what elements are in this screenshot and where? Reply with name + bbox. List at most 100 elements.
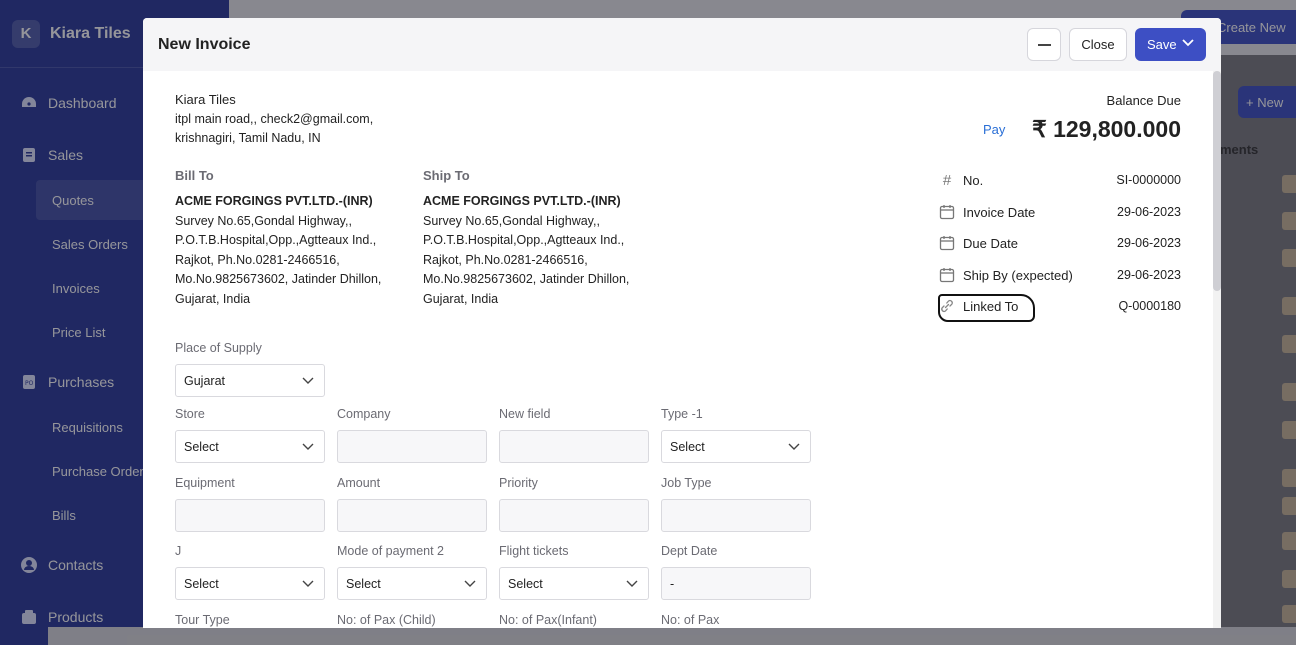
bill-to-address[interactable]: ACME FORGINGS PVT.LTD.-(INR) Survey No.6… — [175, 192, 381, 309]
chevron-down-icon — [464, 580, 476, 587]
type-1-select[interactable]: Select — [661, 430, 811, 463]
horizontal-scrollbar[interactable] — [48, 627, 1296, 645]
chevron-down-icon — [1182, 39, 1194, 47]
field-label: No: of Pax(Infant) — [499, 613, 597, 627]
address-line: P.O.T.B.Hospital,Opp.,Agtteaux Ind., — [175, 233, 377, 247]
dept-date-field: Dept Date - — [661, 544, 811, 600]
chevron-down-icon — [626, 580, 638, 587]
priority-input[interactable] — [499, 499, 649, 532]
store-field: Store Select — [175, 407, 325, 463]
ship-to-address[interactable]: ACME FORGINGS PVT.LTD.-(INR) Survey No.6… — [423, 192, 629, 309]
status-badge — [1282, 605, 1296, 623]
document-icon — [23, 148, 35, 162]
pax-infant-field: No: of Pax(Infant) — [499, 613, 649, 628]
field-label: Tour Type — [175, 613, 230, 627]
save-button[interactable]: Save — [1135, 28, 1206, 61]
meta-value[interactable]: 29-06-2023 — [1117, 205, 1181, 219]
company-line: krishnagiri, Tamil Nadu, IN — [175, 131, 321, 145]
flight-tickets-select[interactable]: Select — [499, 567, 649, 600]
calendar-icon — [939, 268, 955, 283]
calendar-icon — [939, 205, 955, 220]
field-label: Type -1 — [661, 407, 703, 421]
dashboard-icon — [22, 97, 36, 107]
address-line: Mo.No.9825673602, Jatinder Dhillon, — [423, 272, 630, 286]
chevron-down-icon — [302, 580, 314, 587]
chevron-down-icon — [302, 377, 314, 384]
close-button[interactable]: Close — [1069, 28, 1127, 61]
save-label: Save — [1147, 37, 1177, 52]
invoice-number-row: # No. SI-0000000 — [939, 169, 1181, 191]
address-line: Gujarat, India — [175, 291, 251, 306]
meta-label: Invoice Date — [963, 204, 1036, 220]
status-badge — [1282, 335, 1296, 353]
sidebar-item-label: Purchases — [48, 374, 115, 390]
status-badge — [1282, 175, 1296, 193]
equipment-field: Equipment — [175, 476, 325, 532]
chevron-down-icon — [302, 443, 314, 450]
user-icon — [21, 557, 37, 573]
field-label: Amount — [337, 476, 381, 490]
amount-input[interactable] — [337, 499, 487, 532]
select-value: Select — [346, 576, 381, 591]
sidebar-item-label: Requisitions — [52, 419, 123, 435]
svg-text:PO: PO — [25, 380, 34, 387]
select-value: Select — [508, 576, 543, 591]
pax-field: No: of Pax — [661, 613, 811, 628]
brand-name: Kiara Tiles — [50, 24, 131, 42]
sidebar-item-label: Dashboard — [48, 95, 117, 111]
status-badge — [1282, 249, 1296, 267]
modal-header: New Invoice Close Save — [143, 18, 1221, 71]
job-type-field: Job Type — [661, 476, 811, 532]
store-select[interactable]: Select — [175, 430, 325, 463]
priority-field: Priority — [499, 476, 649, 532]
mode-of-payment-2-field: Mode of payment 2 Select — [337, 544, 487, 600]
field-label: No: of Pax — [661, 613, 720, 627]
new-button[interactable]: + New — [1238, 86, 1296, 118]
bill-to-label: Bill To — [175, 168, 214, 183]
chevron-down-icon — [788, 443, 800, 450]
meta-value[interactable]: 29-06-2023 — [1117, 236, 1181, 250]
minus-icon — [1037, 43, 1051, 46]
flight-tickets-field: Flight tickets Select — [499, 544, 649, 600]
company-line: itpl main road,, check2@gmail.com, — [175, 111, 374, 126]
linked-to-annotation — [938, 294, 1035, 322]
equipment-input[interactable] — [175, 499, 325, 532]
table-column-header: ments — [1220, 141, 1259, 157]
type-1-field: Type -1 Select — [661, 407, 811, 463]
sidebar-item-label: Bills — [52, 507, 76, 523]
dept-date-input[interactable]: - — [661, 567, 811, 600]
field-label: Mode of payment 2 — [337, 544, 445, 558]
pay-link[interactable]: Pay — [983, 122, 1005, 137]
company-input[interactable] — [337, 430, 487, 463]
select-value: Gujarat — [184, 373, 225, 388]
new-field-field: New field — [499, 407, 649, 463]
tour-type-field: Tour Type — [175, 613, 325, 628]
field-label: Flight tickets — [499, 544, 569, 558]
job-type-input[interactable] — [661, 499, 811, 532]
address-line: Gujarat, India — [423, 291, 499, 306]
sidebar-item-label: Sales Orders — [52, 236, 128, 252]
status-badge — [1282, 532, 1296, 550]
meta-value[interactable]: Q-0000180 — [1118, 299, 1181, 313]
minimize-button[interactable] — [1027, 28, 1061, 61]
ship-by-row[interactable]: Ship By (expected) 29-06-2023 — [939, 264, 1181, 286]
mode-of-payment-2-select[interactable]: Select — [337, 567, 487, 600]
modal-scroll-thumb[interactable] — [1213, 71, 1221, 291]
status-badge — [1282, 497, 1296, 515]
company-name: Kiara Tiles — [175, 92, 236, 107]
status-badge — [1282, 383, 1296, 401]
j-field: J Select — [175, 544, 325, 600]
ship-to-name: ACME FORGINGS PVT.LTD.-(INR) — [423, 194, 621, 208]
invoice-date-row[interactable]: Invoice Date 29-06-2023 — [939, 201, 1181, 223]
meta-value[interactable]: 29-06-2023 — [1117, 268, 1181, 282]
j-select[interactable]: Select — [175, 567, 325, 600]
place-of-supply-select[interactable]: Gujarat — [175, 364, 325, 397]
sidebar-item-label: Quotes — [52, 192, 94, 208]
purchase-icon: PO — [23, 375, 35, 389]
pax-child-field: No: of Pax (Child) — [337, 613, 487, 628]
calendar-icon — [939, 236, 955, 251]
new-field-input[interactable] — [499, 430, 649, 463]
due-date-row[interactable]: Due Date 29-06-2023 — [939, 232, 1181, 254]
meta-value[interactable]: SI-0000000 — [1116, 173, 1181, 187]
sidebar-item-label: Purchase Orders — [52, 463, 151, 479]
